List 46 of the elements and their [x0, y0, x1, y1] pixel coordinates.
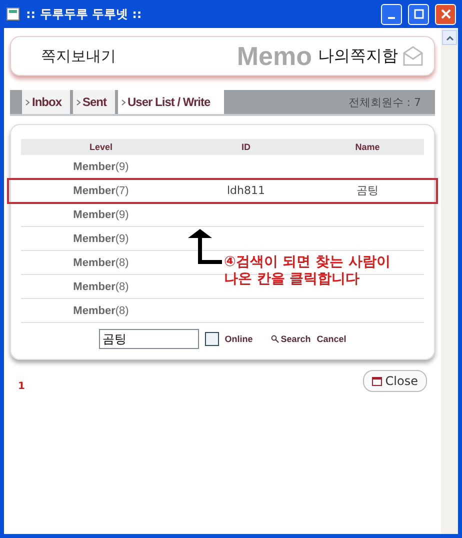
close-button[interactable]	[435, 4, 456, 24]
column-header: Name	[354, 142, 381, 152]
close-icon	[440, 9, 450, 19]
id-cell-text: ldh811	[226, 184, 266, 197]
level-cell-text: Member(8)	[72, 304, 130, 316]
window-icon	[372, 376, 382, 386]
annotation-text: ④검색이 되면 찾는 사람이	[224, 254, 390, 271]
search-icon	[270, 335, 279, 343]
level-cell-text: Member(9)	[72, 232, 130, 244]
level-cell-text: Member(9)	[72, 160, 130, 172]
tab[interactable]: Sent	[72, 90, 115, 114]
chevron-icon	[76, 98, 80, 106]
column-header: ID	[240, 142, 252, 152]
maximize-button[interactable]	[408, 4, 429, 24]
minimize-button[interactable]	[381, 4, 402, 24]
member-row[interactable]: Member(8)	[21, 299, 424, 323]
minimize-icon	[388, 17, 395, 19]
level-cell-text: Member(7)	[72, 184, 130, 196]
online-label: Online	[224, 334, 253, 344]
name-cell-text: 곰팅	[356, 183, 380, 198]
search-field[interactable]: 곰팅	[98, 329, 199, 349]
level-cell-text: Member(8)	[72, 280, 130, 292]
send-memo-title: 쪽지보내기	[41, 46, 117, 66]
member-row[interactable]: Member(9)	[21, 203, 424, 227]
member-row[interactable]: Member(9)	[21, 155, 424, 179]
chevron-icon	[25, 98, 30, 106]
member-count: 전체회원수 : 7	[348, 94, 421, 110]
envelope-icon	[402, 45, 424, 67]
cancel-link[interactable]: Cancel	[316, 334, 346, 344]
level-cell-text: Member(9)	[72, 208, 130, 220]
tab[interactable]: User List / Write	[118, 90, 224, 114]
memo-logo: Memo	[236, 40, 312, 72]
scrollbar[interactable]	[441, 28, 458, 534]
my-mailbox-title: 나의쪽지함	[318, 46, 398, 66]
maximize-icon	[414, 9, 424, 19]
tab[interactable]: Inbox	[22, 90, 70, 114]
chevron-icon	[120, 98, 126, 106]
app-icon	[6, 7, 20, 21]
online-checkbox[interactable]	[204, 332, 219, 346]
close-dialog-button[interactable]: Close	[363, 370, 427, 392]
column-header: Level	[88, 142, 114, 152]
level-cell-text: Member(8)	[72, 256, 130, 268]
page-link[interactable]: 1	[18, 380, 25, 392]
member-row[interactable]: Member(7) ldh811 곰팅	[8, 179, 437, 203]
search-link[interactable]: Search	[270, 334, 311, 344]
window-title: :: 두루두루 두루넷 ::	[26, 6, 143, 22]
